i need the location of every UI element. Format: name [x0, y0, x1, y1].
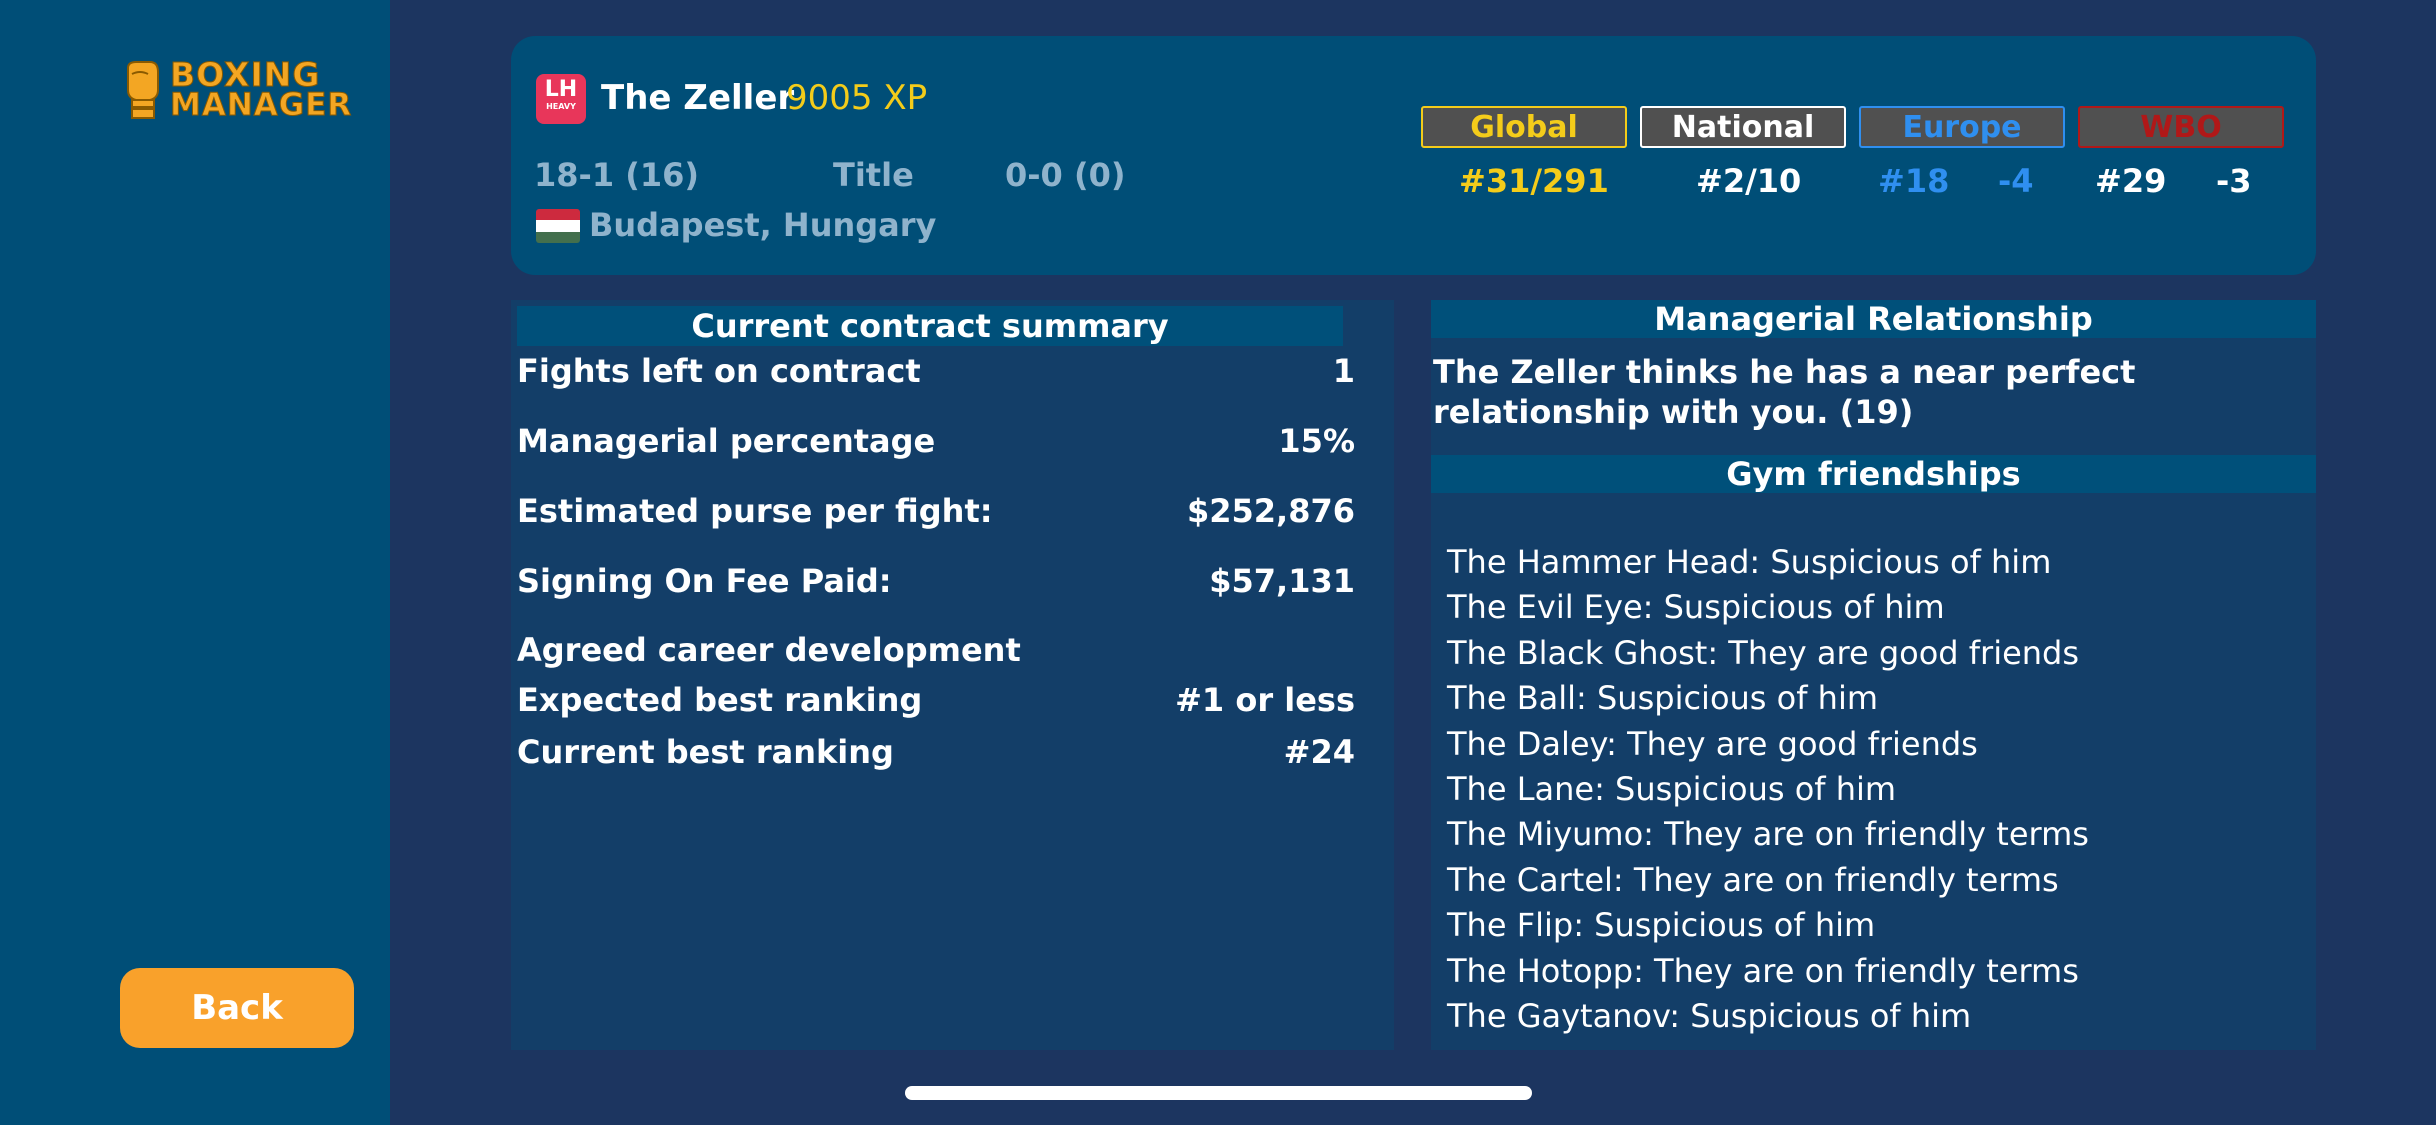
title-record: 0-0 (0)	[1005, 156, 1126, 194]
contract-row-value: 1	[1332, 352, 1355, 390]
boxing-glove-icon	[127, 61, 159, 119]
contract-row-value: $57,131	[1209, 562, 1355, 600]
ranking-global-tab[interactable]: Global	[1421, 106, 1627, 148]
ranking-wbo-value: #29	[2095, 162, 2167, 200]
boxing-manager-logo: BOXING MANAGER	[118, 56, 358, 124]
list-item: The Miyumo: They are on friendly terms	[1447, 815, 2089, 854]
contract-row-value: 15%	[1278, 422, 1355, 460]
contract-row-label: Fights left on contract	[517, 352, 921, 390]
contract-row-label: Estimated purse per fight:	[517, 492, 993, 530]
contract-row-value: #1 or less	[1175, 681, 1355, 719]
boxer-header-card: LH HEAVY The Zeller 9005 XP 18-1 (16) Ti…	[511, 36, 2316, 275]
boxer-location: Budapest, Hungary	[589, 206, 937, 244]
ranking-europe-value: #18	[1878, 162, 1950, 200]
contract-row-label: Signing On Fee Paid:	[517, 562, 892, 600]
home-indicator[interactable]	[905, 1086, 1532, 1100]
contract-row-value: #24	[1283, 733, 1355, 771]
list-item: The Ball: Suspicious of him	[1447, 679, 1878, 718]
list-item: The Cartel: They are on friendly terms	[1447, 860, 2059, 899]
list-item: The Gaytanov: Suspicious of him	[1447, 996, 1972, 1035]
gym-friendships-title: Gym friendships	[1431, 455, 2316, 493]
ranking-global-value: #31/291	[1459, 162, 1609, 200]
weight-class-abbr: LH	[544, 77, 578, 102]
back-button[interactable]: Back	[120, 968, 354, 1048]
list-item: The Evil Eye: Suspicious of him	[1447, 588, 1945, 627]
weight-class-sub: HEAVY	[546, 102, 576, 111]
list-item: The Hammer Head: Suspicious of him	[1447, 543, 2052, 581]
list-item: The Flip: Suspicious of him	[1447, 906, 1876, 945]
sidebar: BOXING MANAGER Back	[0, 0, 390, 1125]
weight-class-badge: LH HEAVY	[536, 74, 586, 124]
contract-summary-panel: Current contract summary Fights left on …	[511, 300, 1394, 1050]
relationship-description: The Zeller thinks he has a near perfect …	[1433, 353, 2136, 431]
contract-row-label: Current best ranking	[517, 733, 894, 771]
contract-row-value: $252,876	[1186, 492, 1355, 530]
list-item: The Hotopp: They are on friendly terms	[1447, 951, 2079, 990]
list-item: The Daley: They are good friends	[1447, 724, 1978, 763]
ranking-wbo-change: -3	[2216, 162, 2252, 200]
gym-friendships-list: The Hammer Head: Suspicious of him The E…	[1447, 540, 2089, 1039]
contract-row-label: Expected best ranking	[517, 681, 923, 719]
relationship-panel: Managerial Relationship The Zeller think…	[1431, 300, 2316, 1050]
ranking-national-value: #2/10	[1696, 162, 1802, 200]
flag-stripe	[536, 220, 580, 232]
hungary-flag-icon	[536, 209, 580, 243]
contract-summary-title: Current contract summary	[517, 306, 1343, 346]
managerial-relationship-title: Managerial Relationship	[1431, 300, 2316, 338]
contract-row-label: Managerial percentage	[517, 422, 936, 460]
title-label: Title	[833, 156, 914, 194]
logo-text-manager: MANAGER	[169, 87, 353, 123]
contract-row-label: Agreed career development	[517, 631, 1021, 669]
ranking-national-tab[interactable]: National	[1640, 106, 1846, 148]
boxer-xp: 9005 XP	[786, 78, 928, 118]
flag-stripe	[536, 231, 580, 243]
list-item: The Black Ghost: They are good friends	[1447, 633, 2080, 672]
ranking-europe-tab[interactable]: Europe	[1859, 106, 2065, 148]
flag-stripe	[536, 209, 580, 221]
list-item: The Lane: Suspicious of him	[1447, 769, 1897, 808]
boxer-name: The Zeller	[601, 78, 795, 118]
ranking-wbo-tab[interactable]: WBO	[2078, 106, 2284, 148]
fight-record: 18-1 (16)	[534, 156, 699, 194]
ranking-europe-change: -4	[1998, 162, 2034, 200]
